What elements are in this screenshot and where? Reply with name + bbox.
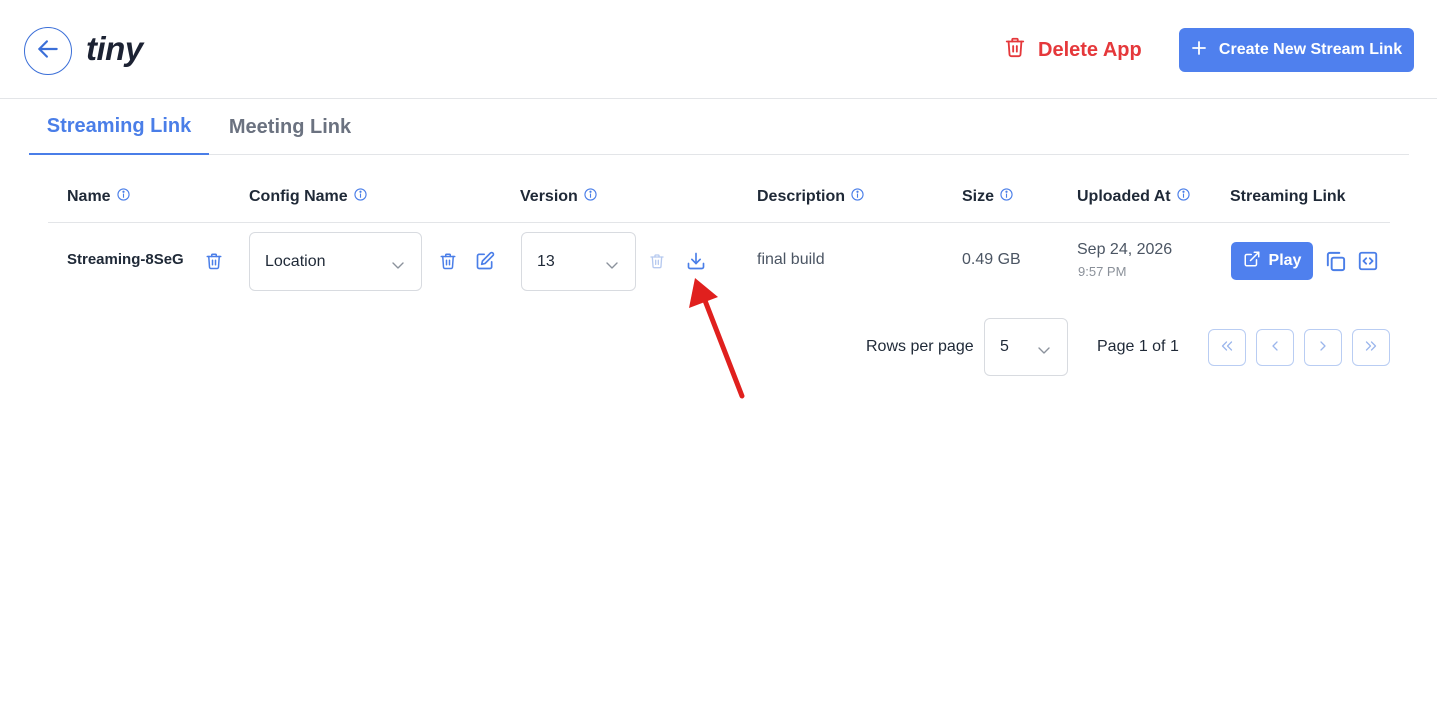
first-page-button[interactable] [1208, 329, 1246, 366]
tab-meeting-link[interactable]: Meeting Link [215, 100, 365, 155]
column-header-size: Size [962, 186, 1013, 208]
header-divider [48, 222, 1390, 223]
column-header-version: Version [520, 186, 597, 208]
delete-app-label: Delete App [1038, 38, 1142, 61]
copy-icon[interactable] [1323, 249, 1347, 273]
play-button[interactable]: Play [1231, 242, 1313, 280]
info-icon[interactable] [116, 188, 130, 206]
row-description: final build [757, 251, 825, 268]
column-header-uploaded-at: Uploaded At [1077, 186, 1190, 208]
row-name: Streaming-8SeG [67, 251, 184, 268]
previous-page-button[interactable] [1256, 329, 1294, 366]
chevron-down-icon [1037, 342, 1051, 360]
last-page-button[interactable] [1352, 329, 1390, 366]
create-stream-link-label: Create New Stream Link [1218, 41, 1403, 58]
rows-per-page-value: 5 [1000, 338, 1009, 355]
play-label: Play [1268, 252, 1302, 269]
next-page-button[interactable] [1304, 329, 1342, 366]
info-icon[interactable] [1000, 188, 1013, 206]
arrow-left-icon [35, 36, 61, 67]
chevron-down-icon [605, 257, 619, 275]
config-name-value: Location [265, 252, 326, 270]
config-name-select[interactable]: Location [249, 232, 422, 291]
column-header-name: Name [67, 186, 130, 208]
trash-icon[interactable] [648, 251, 666, 271]
tab-streaming-link[interactable]: Streaming Link [29, 100, 209, 155]
rows-per-page-select[interactable]: 5 [984, 318, 1068, 376]
trash-icon [1004, 35, 1026, 65]
chevrons-right-icon [1364, 339, 1378, 357]
code-icon[interactable] [1356, 249, 1380, 273]
column-header-config-name: Config Name [249, 186, 367, 208]
info-icon[interactable] [584, 188, 597, 206]
info-icon[interactable] [851, 188, 864, 206]
tab-bar: Streaming Link Meeting Link [29, 100, 1409, 155]
column-header-description: Description [757, 186, 864, 208]
annotation-arrow [689, 278, 745, 399]
rows-per-page-label: Rows per page [866, 338, 974, 355]
column-header-streaming-link: Streaming Link [1230, 188, 1346, 205]
version-value: 13 [537, 252, 555, 270]
info-icon[interactable] [1176, 188, 1190, 206]
create-stream-link-button[interactable]: Create New Stream Link [1179, 28, 1414, 72]
back-button[interactable] [24, 27, 72, 75]
page-info: Page 1 of 1 [1097, 338, 1179, 355]
download-icon[interactable] [685, 250, 707, 272]
top-bar: tiny Delete App Create New Stream Link [0, 0, 1437, 99]
edit-icon[interactable] [474, 250, 496, 272]
chevron-right-icon [1318, 339, 1328, 357]
chevron-down-icon [391, 257, 405, 275]
row-size: 0.49 GB [962, 251, 1021, 268]
row-uploaded-date: Sep 24, 2026 [1077, 241, 1173, 258]
chevrons-left-icon [1220, 339, 1234, 357]
info-icon[interactable] [354, 188, 367, 206]
version-select[interactable]: 13 [521, 232, 636, 291]
app-logo: tiny [86, 30, 143, 67]
external-link-icon [1243, 250, 1261, 273]
chevron-left-icon [1270, 339, 1280, 357]
trash-icon[interactable] [438, 250, 458, 272]
plus-icon [1191, 40, 1207, 61]
row-uploaded-time: 9:57 PM [1078, 264, 1127, 279]
trash-icon[interactable] [204, 250, 224, 272]
delete-app-button[interactable]: Delete App [1004, 34, 1142, 66]
